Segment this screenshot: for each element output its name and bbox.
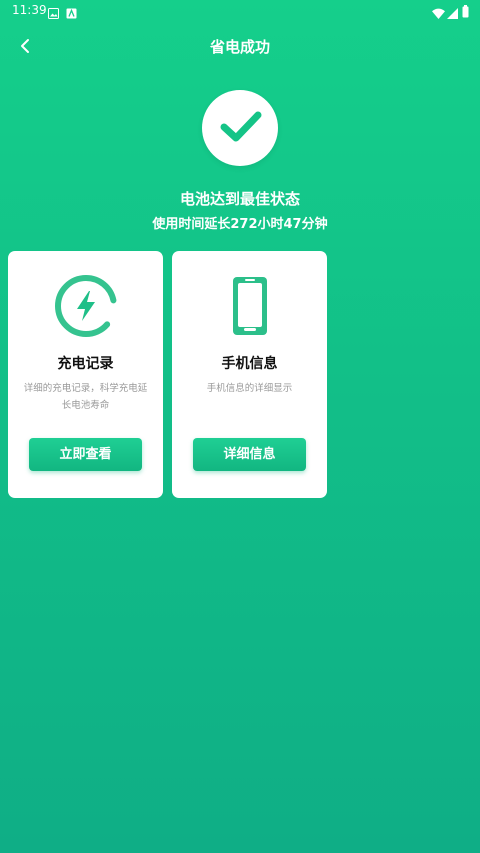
status-time: 11:39 (12, 3, 47, 17)
result-headline: 电池达到最佳状态 (179, 190, 300, 208)
charge-record-card[interactable]: 充电记录 详细的充电记录，科学充电延长电池寿命 立即查看 (8, 251, 163, 498)
details-button[interactable]: 详细信息 (193, 438, 306, 471)
card-title: 充电记录 (57, 356, 114, 372)
success-badge (202, 90, 278, 166)
page-title: 省电成功 (209, 38, 270, 56)
phone-info-card[interactable]: 手机信息 手机信息的详细显示 详细信息 (172, 251, 327, 498)
card-title: 手机信息 (221, 356, 278, 372)
result-subline: 使用时间延长272小时47分钟 (152, 217, 328, 232)
card-description: 手机信息的详细显示 (206, 383, 293, 394)
checkmark-icon (220, 111, 262, 142)
image-notification-icon (48, 4, 59, 23)
charge-bolt-icon (53, 273, 119, 339)
wifi-icon (432, 4, 445, 23)
card-description: 详细的充电记录，科学充电延长电池寿命 (23, 383, 148, 411)
view-now-button[interactable]: 立即查看 (29, 438, 142, 471)
signal-icon (447, 4, 458, 23)
phone-icon (217, 273, 283, 339)
app-notification-icon (66, 4, 77, 23)
title-bar: 省电成功 (0, 30, 480, 62)
battery-icon (462, 3, 469, 22)
status-bar: 11:39 (0, 0, 480, 22)
